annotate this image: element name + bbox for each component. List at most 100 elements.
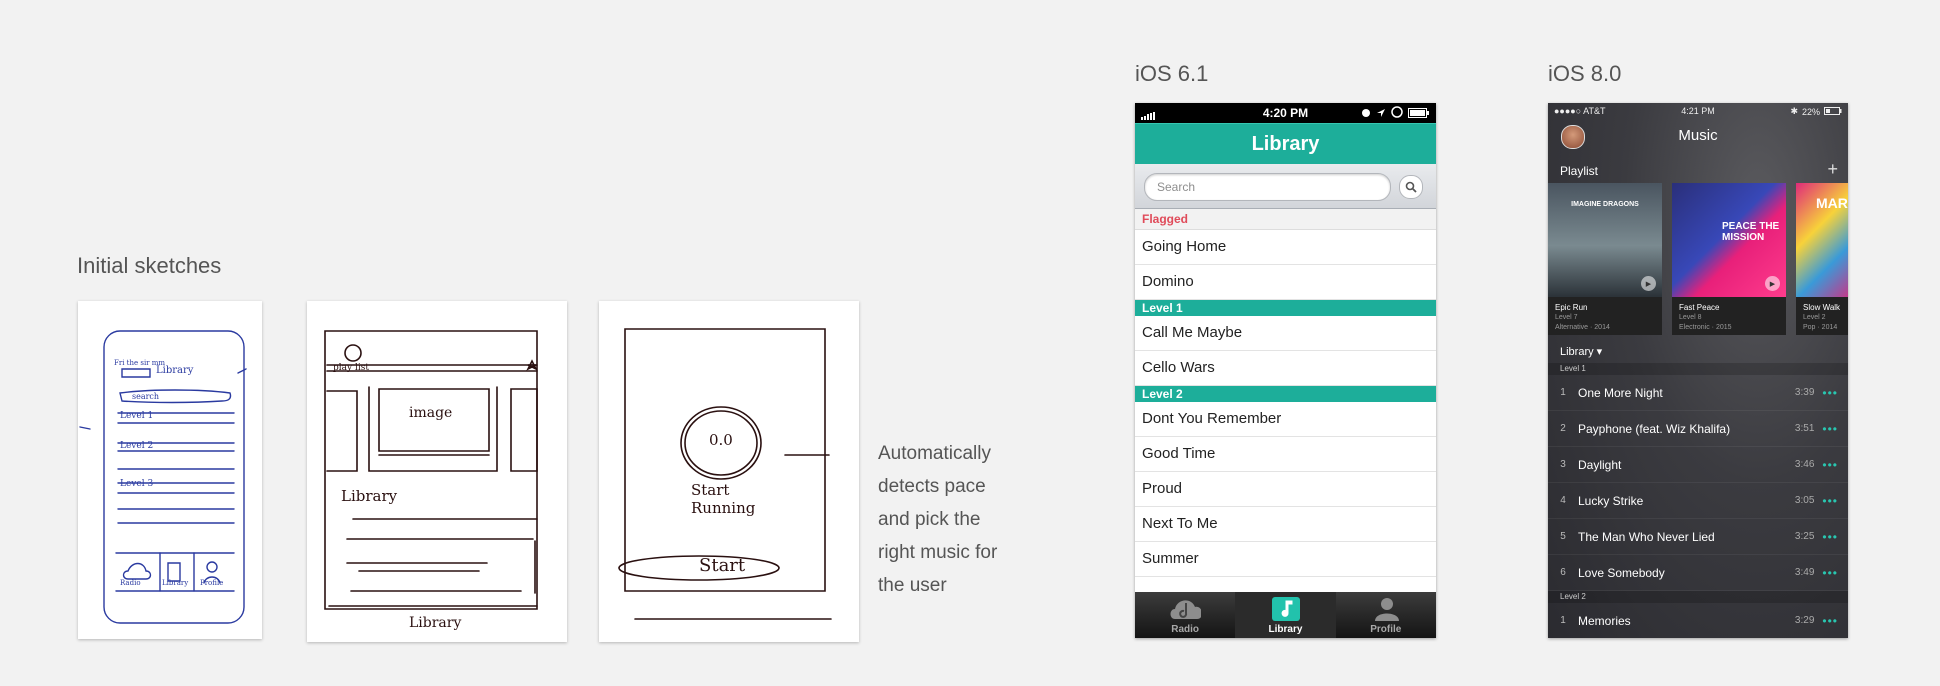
song-duration: 3:25 [1794, 531, 1815, 542]
song-duration: 3:39 [1794, 387, 1815, 398]
album-meta: Electronic · 2015 [1679, 324, 1732, 331]
battery-icon [1408, 107, 1430, 121]
level1-header: Level 1 [1135, 300, 1436, 316]
list-item[interactable]: Good Time [1135, 437, 1436, 472]
more-icon[interactable]: ••• [1822, 422, 1838, 436]
ios6-tab-bar: Radio Library Profile [1135, 592, 1436, 638]
list-item[interactable]: Going Home [1135, 230, 1436, 265]
sketch1-level1: Level 1 [120, 411, 154, 421]
list-item[interactable]: Call Me Maybe [1135, 316, 1436, 351]
song-row[interactable]: 1 One More Night 3:39 ••• [1548, 375, 1848, 411]
sketch1-tab-library: Library [162, 579, 189, 587]
more-icon[interactable]: ••• [1822, 494, 1838, 508]
song-duration: 3:05 [1794, 495, 1815, 506]
play-icon[interactable]: ▶ [1641, 276, 1656, 291]
song-duration: 3:29 [1794, 615, 1815, 626]
list-item[interactable]: Next To Me [1135, 507, 1436, 542]
list-item[interactable]: Summer [1135, 542, 1436, 577]
song-row[interactable]: 2 Payphone (feat. Wiz Khalifa) 3:51 ••• [1548, 411, 1848, 447]
sketch2-image: image [409, 405, 453, 421]
ios8-battery-label: 22% [1801, 106, 1820, 117]
sketch2-library: Library [341, 487, 398, 505]
sketch3-pace: 0.0 [709, 431, 733, 449]
tab-radio-label: Radio [1171, 624, 1200, 635]
sketch-playlist-view: play list image Library Library [307, 301, 567, 642]
sketch1-library-label: Library [156, 365, 194, 376]
ios8-title: Music [1678, 127, 1718, 144]
ios6-title: iOS 6.1 [1135, 61, 1209, 86]
tab-library[interactable]: Library [1235, 592, 1336, 638]
library-dropdown[interactable]: Library ▾ [1548, 341, 1848, 363]
album-carousel: IMAGINE DRAGONS ▶ Epic Run Level 7 Alter… [1548, 183, 1848, 335]
tab-library-label: Library [1268, 624, 1303, 635]
ios8-title: iOS 8.0 [1548, 61, 1622, 86]
song-number: 5 [1560, 531, 1566, 542]
album-art: IMAGINE DRAGONS ▶ [1548, 183, 1662, 297]
song-row[interactable]: 4 Lucky Strike 3:05 ••• [1548, 483, 1848, 519]
level2-header: Level 2 [1135, 386, 1436, 402]
playlist-header: Playlist + [1548, 159, 1848, 183]
album-card[interactable]: PEACE THE MISSION ▶ Fast Peace Level 8 E… [1672, 183, 1786, 335]
level1-header: Level 1 [1548, 363, 1848, 375]
flagged-header: Flagged [1135, 209, 1436, 230]
list-item[interactable]: Domino [1135, 265, 1436, 300]
location-icon [1376, 107, 1386, 121]
playlist-label: Playlist [1560, 164, 1599, 178]
album-level: Level 8 [1679, 314, 1702, 321]
album-name: Slow Walk [1803, 303, 1841, 312]
song-name: Payphone (feat. Wiz Khalifa) [1578, 421, 1731, 436]
search-icon [1405, 181, 1417, 193]
bluetooth-icon: ✱ [1790, 106, 1798, 116]
more-icon[interactable]: ••• [1822, 566, 1838, 580]
list-item[interactable]: Dont You Remember [1135, 402, 1436, 437]
album-art: MARO [1796, 183, 1848, 297]
sketch1-tab-radio: Radio [120, 579, 141, 587]
album-meta: Alternative · 2014 [1555, 324, 1610, 331]
tab-radio[interactable]: Radio [1135, 592, 1235, 638]
song-name: Love Somebody [1578, 565, 1665, 580]
album-meta: Pop · 2014 [1803, 324, 1838, 331]
add-playlist-button[interactable]: + [1827, 159, 1838, 180]
album-art-text: IMAGINE DRAGONS [1571, 201, 1639, 208]
album-card[interactable]: IMAGINE DRAGONS ▶ Epic Run Level 7 Alter… [1548, 183, 1662, 335]
level2-header: Level 2 [1548, 591, 1848, 603]
song-row[interactable]: 5 The Man Who Never Lied 3:25 ••• [1548, 519, 1848, 555]
more-icon[interactable]: ••• [1822, 386, 1838, 400]
more-icon[interactable]: ••• [1822, 458, 1838, 472]
sketches-title: Initial sketches [77, 253, 222, 278]
album-name: Fast Peace [1679, 303, 1720, 312]
song-duration: 3:51 [1794, 423, 1815, 434]
song-duration: 3:49 [1794, 567, 1815, 578]
album-card[interactable]: MARO Slow Walk Level 2 Pop · 2014 [1796, 183, 1848, 335]
album-name: Epic Run [1555, 303, 1588, 312]
ios8-status-bar: ●●●●○ AT&T 4:21 PM ✱ 22% [1548, 103, 1848, 119]
more-icon[interactable]: ••• [1822, 614, 1838, 628]
list-item[interactable]: Proud [1135, 472, 1436, 507]
sketch3-start-running: Start Running [691, 481, 756, 517]
search-input[interactable]: Search [1144, 173, 1391, 201]
song-name: Daylight [1578, 457, 1622, 472]
song-row[interactable]: 1 Memories 3:29 ••• [1548, 603, 1848, 638]
song-number: 1 [1560, 387, 1566, 398]
ios8-phone: ●●●●○ AT&T 4:21 PM ✱ 22% Music Playlist … [1548, 103, 1848, 638]
play-icon[interactable]: ▶ [1765, 276, 1780, 291]
list-item[interactable]: Cello Wars [1135, 351, 1436, 386]
ios6-nav-title: Library [1135, 123, 1436, 164]
ios6-phone: 4:20 PM Library Search Flagged Going Hom… [1135, 103, 1436, 638]
tab-profile-label: Profile [1370, 624, 1402, 635]
song-row[interactable]: 6 Love Somebody 3:49 ••• [1548, 555, 1848, 591]
sketch-list-view: Fri the sir mm Library search Level 1 Le… [78, 301, 262, 639]
person-icon [1370, 596, 1402, 622]
radio-icon [1169, 596, 1202, 622]
song-row[interactable]: 3 Daylight 3:46 ••• [1548, 447, 1848, 483]
more-icon[interactable]: ••• [1822, 530, 1838, 544]
song-number: 4 [1560, 495, 1566, 506]
alarm-icon [1361, 107, 1371, 121]
song-name: One More Night [1578, 385, 1663, 400]
song-duration: 3:46 [1794, 459, 1815, 470]
album-level: Level 7 [1555, 314, 1578, 321]
search-button[interactable] [1399, 175, 1423, 199]
tab-profile[interactable]: Profile [1336, 592, 1436, 638]
sketch1-search-label: search [132, 392, 160, 401]
search-placeholder: Search [1157, 180, 1196, 194]
